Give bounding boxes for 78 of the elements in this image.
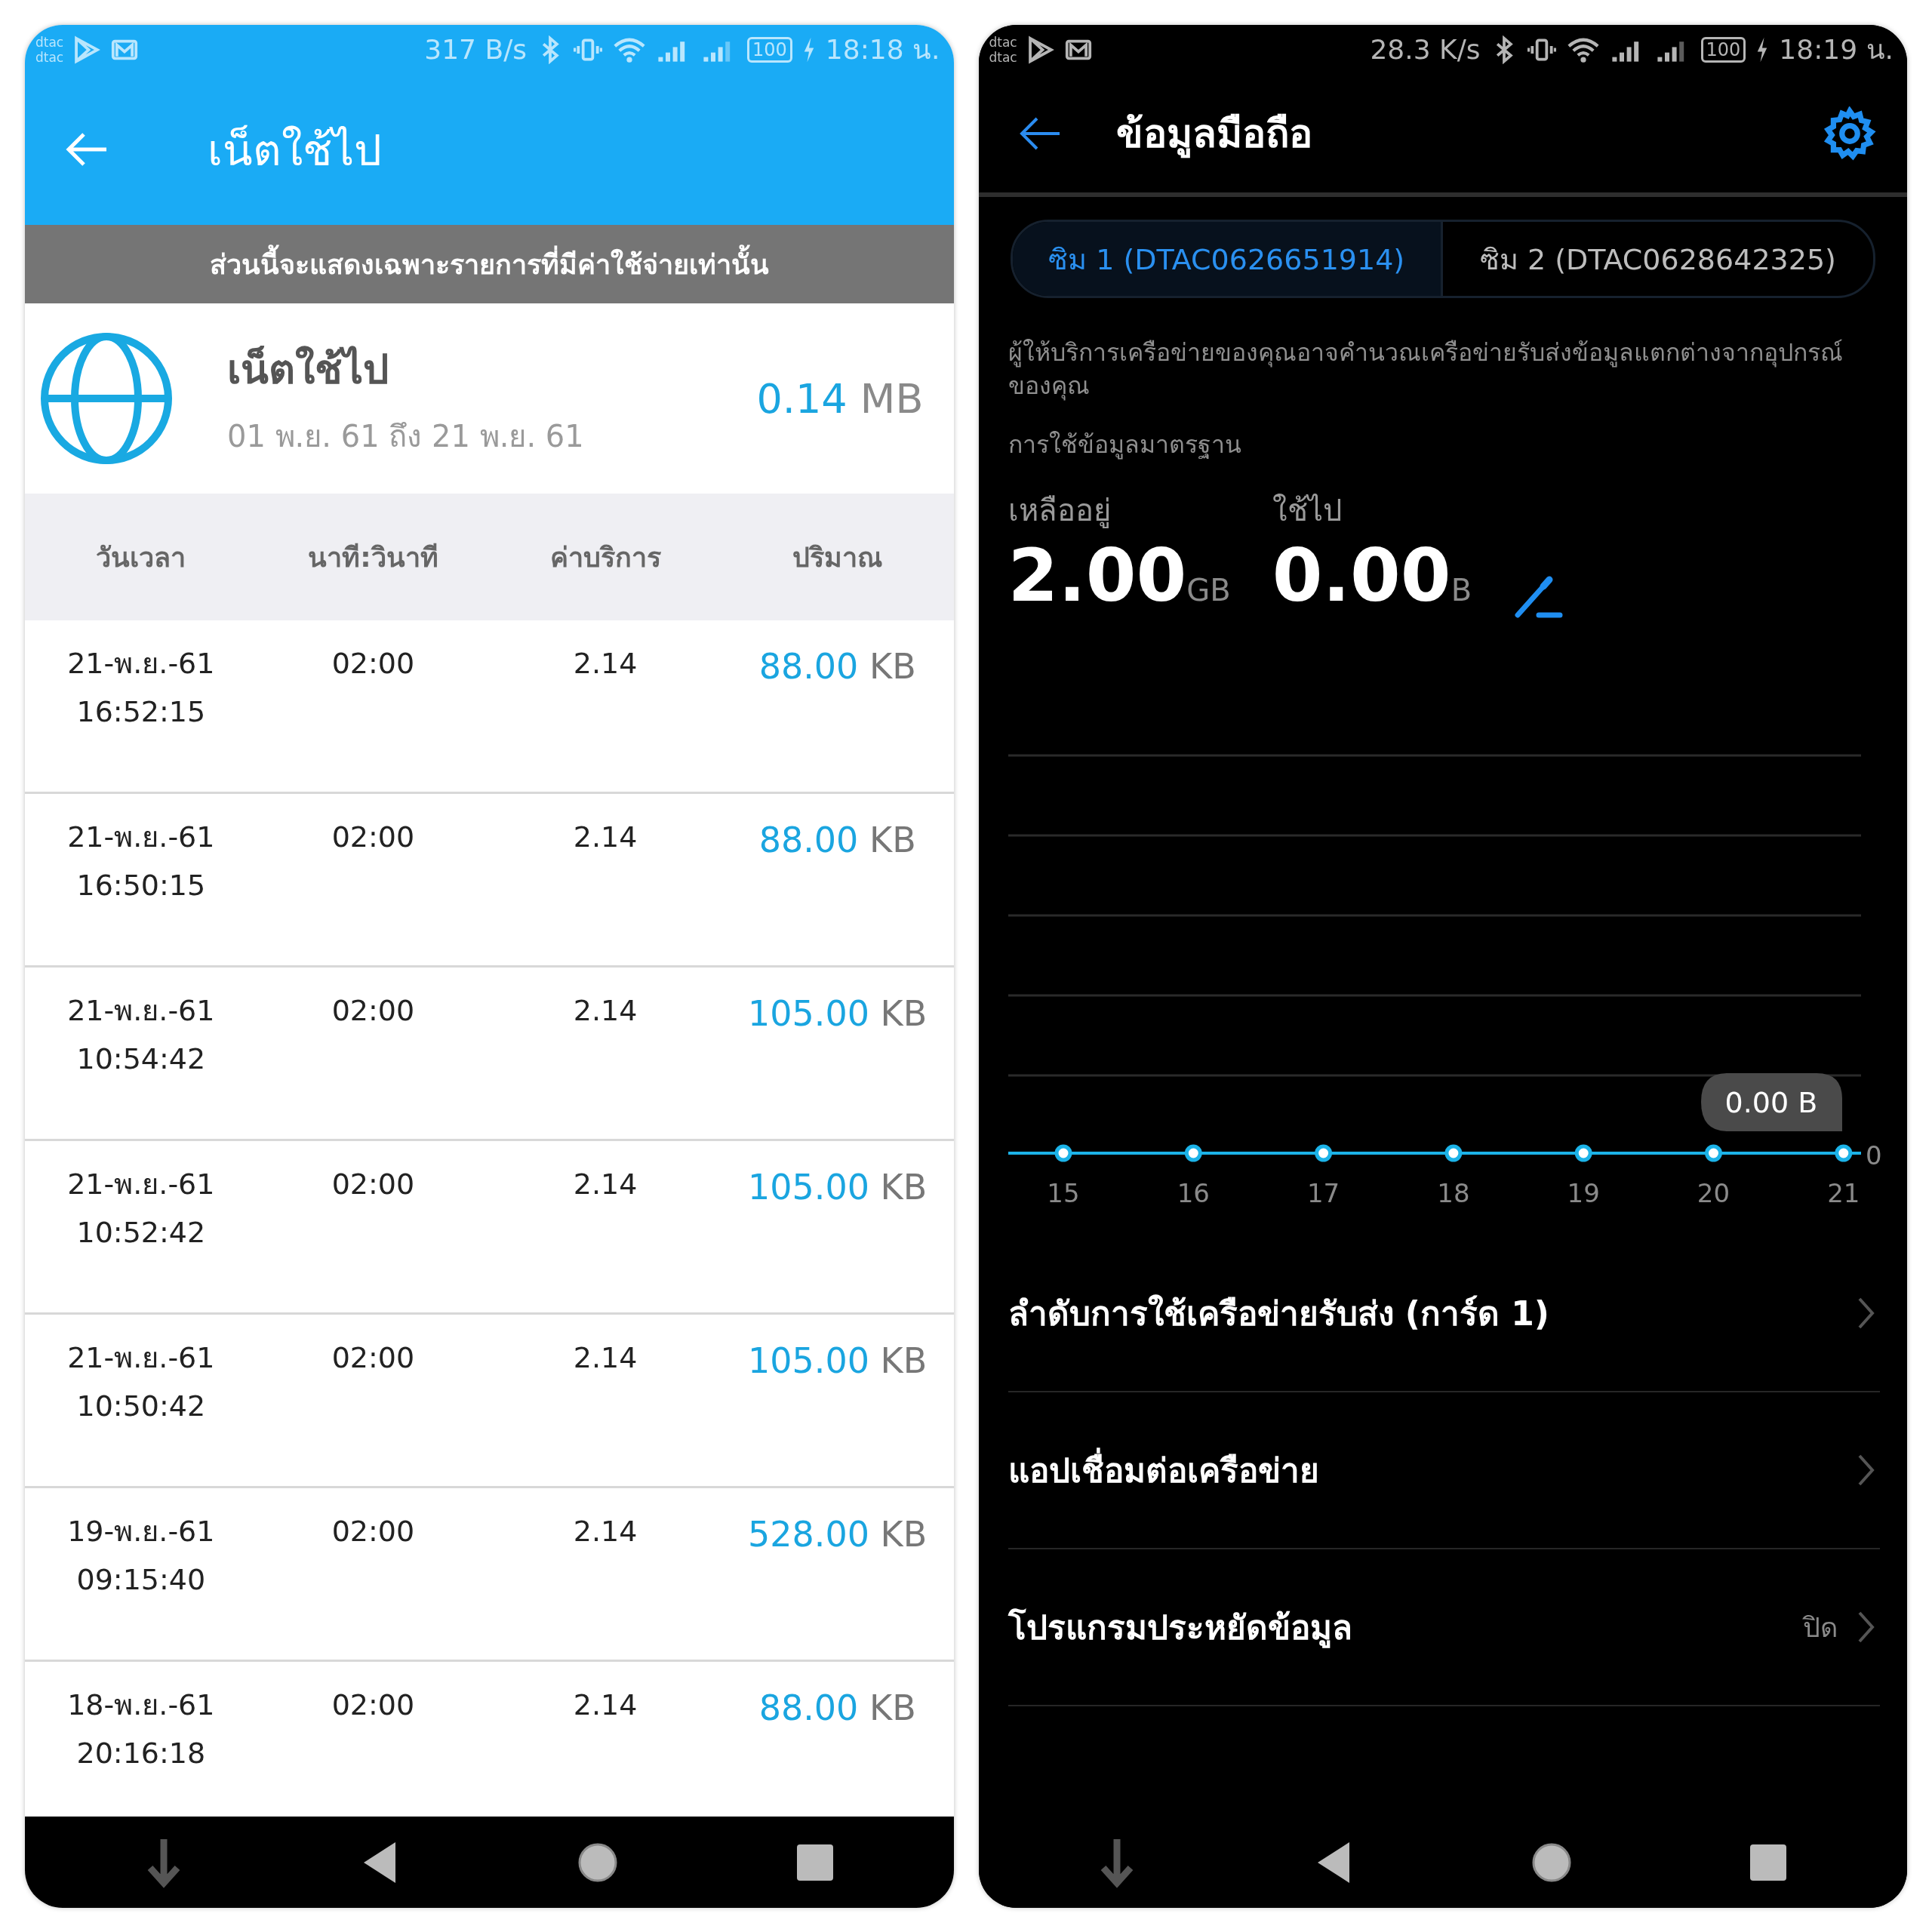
- table-cell-text: 02:00: [331, 1687, 416, 1723]
- carrier-label: dtac: [35, 34, 64, 50]
- table-cell-text: 18-พ.ย.-61 20:16:18: [66, 1687, 216, 1771]
- table-cell-text: 528.00 KB: [747, 1513, 928, 1556]
- clock: 18:19 น.: [1779, 33, 1894, 66]
- stat-label: ใช้ไป: [1272, 492, 1343, 529]
- chevron-icon: [1857, 1297, 1875, 1330]
- table-cell-text: 02:00: [331, 993, 416, 1029]
- network-speed: 28.3 K/s: [1370, 34, 1481, 65]
- table-cell-text: 105.00 KB: [747, 1340, 928, 1383]
- table-cell-text: 2.14: [572, 820, 638, 855]
- x-axis-label: 18: [1436, 1178, 1470, 1208]
- menu-item-label: โปรแกรมประหยัดข้อมูล: [1008, 1607, 1353, 1650]
- stat-value: 2.00GB: [1008, 534, 1231, 620]
- menu-item-label: ลำดับการใช้เครือข่ายรับส่ง (การ์ด 1): [1008, 1294, 1550, 1334]
- table-cell-text: 21-พ.ย.-61 10:52:42: [66, 1167, 216, 1251]
- carrier-label: dtac: [35, 49, 64, 65]
- table-cell-text: 02:00: [331, 1514, 416, 1549]
- x-axis-label: 21: [1826, 1178, 1860, 1208]
- x-axis-label: 16: [1177, 1178, 1210, 1208]
- sim-tab[interactable]: ซิม 2 (DTAC0628642325): [1442, 222, 1873, 296]
- x-axis-label: 15: [1046, 1178, 1080, 1208]
- table-cell-text: 21-พ.ย.-61 16:50:15: [66, 820, 216, 903]
- chevron-icon: [1857, 1454, 1875, 1487]
- column-header: นาที:วินาที: [307, 540, 439, 574]
- table-cell-text: 2.14: [572, 1340, 638, 1376]
- settings-icon[interactable]: [1823, 106, 1877, 161]
- menu-item-value: ปิด: [1803, 1611, 1838, 1644]
- notice-banner: ส่วนนี้จะแสดงเฉพาะรายการที่มีค่าใช้จ่ายเท่านั้น: [25, 225, 954, 303]
- table-cell-text: 88.00 KB: [758, 819, 917, 862]
- table-cell-text: 02:00: [331, 820, 416, 855]
- chevron-icon: [1857, 1611, 1875, 1644]
- y-axis-label: 0: [1865, 1140, 1882, 1171]
- chart-tooltip: 0.00 B: [1700, 1073, 1842, 1131]
- stat-value: 0.00B: [1272, 534, 1472, 620]
- table-cell-text: 02:00: [331, 1167, 416, 1202]
- table-cell-text: 105.00 KB: [747, 992, 928, 1035]
- section-label: การใช้ข้อมูลมาตรฐาน: [1008, 429, 1242, 461]
- table-cell-text: 88.00 KB: [758, 1687, 917, 1730]
- carrier-label: dtac: [989, 49, 1017, 65]
- table-cell-text: 21-พ.ย.-61 10:50:42: [66, 1340, 216, 1424]
- network-speed: 317 B/s: [424, 34, 528, 65]
- date-range: 01 พ.ย. 61 ถึง 21 พ.ย. 61: [227, 418, 585, 455]
- table-cell-text: 21-พ.ย.-61 16:52:15: [66, 646, 216, 730]
- x-axis-label: 19: [1567, 1178, 1600, 1208]
- column-header: วันเวลา: [95, 540, 187, 574]
- clock: 18:18 น.: [825, 33, 940, 66]
- table-cell-text: 2.14: [572, 1514, 638, 1549]
- table-cell-text: 2.14: [572, 1687, 638, 1723]
- menu-item[interactable]: โปรแกรมประหยัดข้อมูล ปิด: [1008, 1549, 1880, 1706]
- menu-item[interactable]: ลำดับการใช้เครือข่ายรับส่ง (การ์ด 1): [1008, 1235, 1880, 1392]
- stat-label: เหลืออยู่: [1008, 492, 1112, 530]
- play-store-icon: [72, 35, 102, 64]
- table-cell-text: 21-พ.ย.-61 10:54:42: [66, 993, 216, 1077]
- x-axis-label: 20: [1697, 1178, 1730, 1208]
- table-cell-text: 105.00 KB: [747, 1166, 928, 1209]
- table-cell-text: 2.14: [572, 993, 638, 1029]
- table-cell-text: 19-พ.ย.-61 09:15:40: [66, 1514, 216, 1598]
- screen-title: เน็ตใช้ไป: [208, 123, 382, 177]
- table-cell-text: 2.14: [572, 646, 638, 681]
- description-text: ผู้ให้บริการเครือข่ายของคุณอาจคำนวณเครือข่ายรับส่งข้อมูลแตกต่างจากอุปกรณ์ของคุณ: [1008, 337, 1844, 402]
- column-header: ปริมาณ: [792, 540, 884, 574]
- carrier-label: dtac: [989, 34, 1017, 50]
- screen-title: ข้อมูลมือถือ: [1115, 102, 1312, 165]
- summary-title: เน็ตใช้ไป: [227, 345, 389, 395]
- table-cell-text: 2.14: [572, 1167, 638, 1202]
- x-axis-label: 17: [1306, 1178, 1340, 1208]
- table-cell-text: 02:00: [331, 1340, 416, 1376]
- table-cell-text: 02:00: [331, 646, 416, 681]
- menu-item[interactable]: แอปเชื่อมต่อเครือข่าย: [1008, 1392, 1880, 1549]
- column-header: ค่าบริการ: [549, 540, 662, 574]
- total-usage: 0.14 MB: [756, 374, 924, 423]
- sim-tab[interactable]: ซิม 1 (DTAC0626651914): [1012, 222, 1443, 296]
- table-cell-text: 88.00 KB: [758, 645, 917, 688]
- menu-item-label: แอปเชื่อมต่อเครือข่าย: [1008, 1444, 1857, 1497]
- battery-indicator: 100: [747, 36, 792, 63]
- globe-icon: [38, 331, 174, 466]
- battery-indicator: 100: [1700, 36, 1746, 63]
